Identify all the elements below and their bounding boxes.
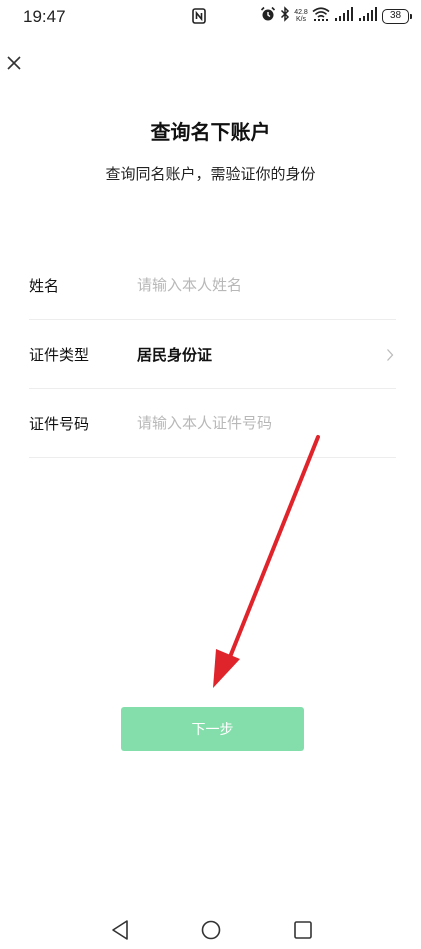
identity-form: 姓名 证件类型 居民身份证 证件号码 xyxy=(29,251,396,458)
id-number-input[interactable] xyxy=(137,414,367,432)
next-button[interactable]: 下一步 xyxy=(121,707,304,751)
id-type-value: 居民身份证 xyxy=(137,345,213,364)
alarm-icon xyxy=(260,6,276,26)
signal-icon xyxy=(334,6,354,26)
id-type-label: 证件类型 xyxy=(29,345,90,364)
recents-icon[interactable] xyxy=(293,920,313,944)
net-speed: 42.8 K/s xyxy=(294,9,308,23)
bluetooth-icon xyxy=(280,6,290,26)
system-nav-bar xyxy=(0,915,421,949)
battery-icon: 38 xyxy=(382,8,412,24)
id-type-row[interactable]: 证件类型 居民身份证 xyxy=(29,320,396,389)
status-bar: 19:47 42.8 K/s 38 xyxy=(0,0,421,36)
nfc-icon xyxy=(192,8,206,24)
status-icons: 42.8 K/s 38 xyxy=(260,6,412,26)
close-icon xyxy=(7,56,21,70)
page-title: 查询名下账户 xyxy=(150,120,271,144)
wifi-icon xyxy=(312,6,330,26)
name-label: 姓名 xyxy=(29,276,60,295)
name-row: 姓名 xyxy=(29,251,396,320)
back-icon[interactable] xyxy=(110,919,130,945)
home-icon[interactable] xyxy=(201,920,221,944)
status-time: 19:47 xyxy=(23,7,66,26)
id-number-row: 证件号码 xyxy=(29,389,396,458)
page-subtitle: 查询同名账户，需验证你的身份 xyxy=(105,165,316,183)
id-number-label: 证件号码 xyxy=(29,414,90,433)
close-button[interactable] xyxy=(4,53,24,73)
chevron-right-icon xyxy=(386,347,394,361)
signal-icon xyxy=(358,6,378,26)
name-input[interactable] xyxy=(137,276,367,294)
